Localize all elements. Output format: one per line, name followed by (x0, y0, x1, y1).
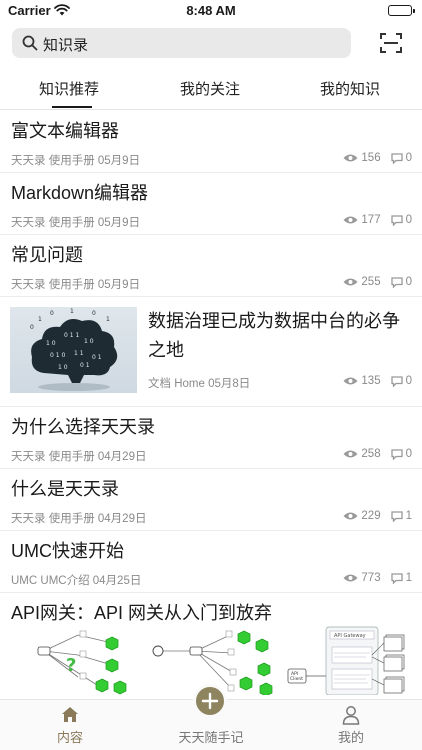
list-item[interactable]: 富文本编辑器 天天录 使用手册 05月9日 156 0 (0, 111, 422, 173)
article-title: 数据治理已成为数据中台的必争之地 (148, 311, 400, 360)
article-stats: 773 1 (343, 572, 412, 584)
tab-my-knowledge[interactable]: 我的知识 (305, 78, 395, 99)
article-stats: 258 0 (343, 448, 412, 460)
article-title: 常见问题 (11, 245, 83, 265)
list-item[interactable]: 常见问题 天天录 使用手册 05月9日 255 0 (0, 235, 422, 297)
search-bar[interactable]: 知识录 (12, 28, 351, 58)
article-title: UMC快速开始 (11, 541, 124, 561)
eye-icon (343, 512, 358, 520)
svg-text:1: 1 (38, 316, 42, 323)
eye-icon (343, 216, 358, 224)
eye-icon (343, 278, 358, 286)
list-item[interactable]: 1 00 1 11 0 0 1 01 10 1 1 00 1 101010 数据… (0, 297, 422, 407)
nav-tab-mine[interactable]: 我的 (301, 700, 401, 750)
scan-icon[interactable] (379, 31, 403, 55)
nav-tab-content[interactable]: 内容 (20, 700, 120, 750)
search-icon (22, 35, 38, 56)
view-count: 773 (361, 572, 381, 584)
tab-recommended[interactable]: 知识推荐 (24, 78, 114, 99)
add-note-button[interactable] (193, 684, 227, 718)
article-title: 富文本编辑器 (11, 121, 119, 141)
svg-text:?: ? (66, 655, 76, 676)
eye-icon (343, 574, 358, 582)
view-count: 255 (361, 276, 381, 288)
search-input[interactable]: 知识录 (43, 34, 88, 55)
article-meta: 天天录 使用手册 04月29日 (11, 451, 147, 463)
battery-icon (388, 5, 415, 16)
comment-count: 1 (405, 572, 412, 584)
comment-count: 0 (405, 276, 412, 288)
article-stats: 255 0 (343, 276, 412, 288)
svg-text:0: 0 (50, 310, 54, 317)
svg-text:1 1: 1 1 (74, 350, 84, 357)
comment-icon (390, 572, 403, 584)
svg-text:1: 1 (70, 308, 74, 315)
comment-count: 0 (405, 214, 412, 226)
article-stats: 156 0 (343, 152, 412, 164)
article-title: API网关：API 网关从入门到放弃 (11, 603, 273, 623)
home-icon (61, 706, 79, 728)
comment-icon (390, 510, 403, 522)
comment-icon (390, 375, 403, 387)
plus-icon (201, 692, 219, 715)
eye-icon (343, 450, 358, 458)
svg-text:0: 0 (92, 310, 96, 317)
article-meta: 天天录 使用手册 05月9日 (11, 279, 141, 291)
view-count: 135 (361, 375, 381, 387)
article-meta: 天天录 使用手册 04月29日 (11, 513, 147, 525)
article-meta: UMC UMC介绍 04月25日 (11, 575, 142, 587)
comment-count: 0 (405, 375, 412, 387)
article-meta: 文档 Home 05月8日 (148, 378, 251, 390)
svg-text:1 0: 1 0 (58, 364, 68, 371)
article-thumbnail: 1 00 1 11 0 0 1 01 10 1 1 00 1 101010 (10, 307, 137, 393)
svg-text:0 1 0: 0 1 0 (50, 352, 65, 359)
view-count: 258 (361, 448, 381, 460)
view-count: 229 (361, 510, 381, 522)
svg-text:0 1: 0 1 (92, 354, 102, 361)
svg-text:1 0: 1 0 (84, 338, 94, 345)
article-title: 什么是天天录 (11, 479, 119, 499)
clock: 8:48 AM (186, 3, 236, 18)
list-item[interactable]: 为什么选择天天录 天天录 使用手册 04月29日 258 0 (0, 407, 422, 469)
svg-text:1 0: 1 0 (46, 340, 56, 347)
svg-text:0: 0 (30, 324, 34, 331)
status-bar: Carrier 8:48 AM (0, 0, 422, 22)
eye-icon (343, 154, 358, 162)
svg-text:0 1: 0 1 (80, 362, 90, 369)
view-count: 156 (361, 152, 381, 164)
list-item[interactable]: Markdown编辑器 天天录 使用手册 05月9日 177 0 (0, 173, 422, 235)
article-title: 为什么选择天天录 (11, 417, 155, 437)
article-stats: 177 0 (343, 214, 412, 226)
svg-text:Client: Client (290, 676, 303, 682)
article-title: Markdown编辑器 (11, 183, 149, 203)
comment-count: 0 (405, 152, 412, 164)
active-tab-indicator (52, 106, 92, 108)
list-item[interactable]: UMC快速开始 UMC UMC介绍 04月25日 773 1 (0, 531, 422, 593)
nav-label-quick-note: 天天随手记 (178, 730, 244, 745)
svg-text:API Gateway: API Gateway (334, 633, 366, 639)
article-stats: 135 0 (343, 375, 412, 387)
tab-bar: 知识推荐 我的关注 我的知识 (0, 68, 422, 110)
view-count: 177 (361, 214, 381, 226)
comment-icon (390, 214, 403, 226)
comment-count: 1 (405, 510, 412, 522)
article-feed: 富文本编辑器 天天录 使用手册 05月9日 156 0 Markdown编辑器 … (0, 111, 422, 703)
comment-icon (390, 448, 403, 460)
svg-text:0 1 1: 0 1 1 (64, 332, 79, 339)
list-item[interactable]: 什么是天天录 天天录 使用手册 04月29日 229 1 (0, 469, 422, 531)
article-meta: 天天录 使用手册 05月9日 (11, 155, 141, 167)
svg-text:1: 1 (106, 316, 110, 323)
comment-icon (390, 276, 403, 288)
eye-icon (343, 377, 358, 385)
comment-icon (390, 152, 403, 164)
article-stats: 229 1 (343, 510, 412, 522)
article-meta: 天天录 使用手册 05月9日 (11, 217, 141, 229)
tab-following[interactable]: 我的关注 (165, 78, 255, 99)
nav-label-content: 内容 (56, 730, 83, 745)
nav-label-mine: 我的 (337, 730, 364, 745)
comment-count: 0 (405, 448, 412, 460)
